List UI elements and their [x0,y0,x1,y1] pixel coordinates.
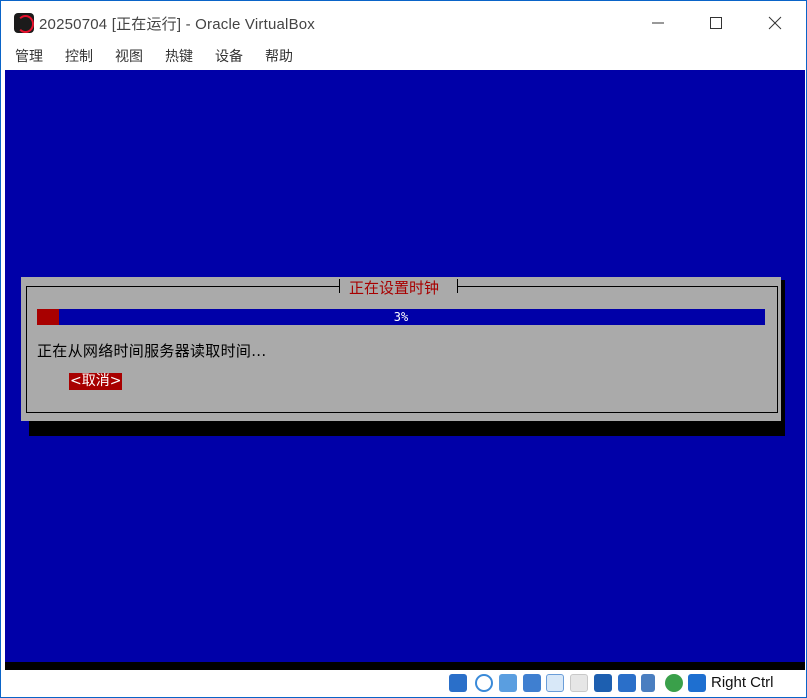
display-icon[interactable] [594,674,612,692]
status-bar: Right Ctrl [1,670,806,697]
menu-item-manage[interactable]: 管理 [15,46,43,66]
cpu-activity-icon[interactable] [665,674,683,692]
dialog-title: 正在设置时钟 [349,279,440,297]
maximize-button[interactable] [687,1,747,44]
audio-icon[interactable] [499,674,517,692]
dialog-title-box: 正在设置时钟 [339,277,458,297]
progress-bar: 3% [37,309,765,325]
minimize-icon [652,22,664,24]
recording-icon[interactable] [618,674,636,692]
host-key-label[interactable]: Right Ctrl [711,674,774,691]
menu-item-view[interactable]: 视图 [115,46,143,66]
clock-setup-dialog: 正在设置时钟 3% 正在从网络时间服务器读取时间... <取消> [21,277,781,421]
network-icon[interactable] [523,674,541,692]
virtualization-icon[interactable] [641,674,655,692]
close-button[interactable] [746,1,806,44]
minimize-button[interactable] [629,1,689,44]
vm-display-bottom-edge [5,662,805,670]
menu-item-devices[interactable]: 设备 [215,46,243,66]
window-title: 20250704 [正在运行] - Oracle VirtualBox [39,16,316,33]
menu-item-control[interactable]: 控制 [65,46,93,66]
maximize-icon [710,17,722,29]
title-bar[interactable]: 20250704 [正在运行] - Oracle VirtualBox [1,1,806,44]
virtualbox-app-icon[interactable] [14,13,34,33]
mouse-integration-icon[interactable] [688,674,706,692]
status-message: 正在从网络时间服务器读取时间... [37,342,267,360]
usb-icon[interactable] [546,674,564,692]
hard-disk-icon[interactable] [449,674,467,692]
cancel-button[interactable]: <取消> [69,373,123,390]
vm-display[interactable]: 正在设置时钟 3% 正在从网络时间服务器读取时间... <取消> [5,70,805,662]
menu-item-hotkeys[interactable]: 热键 [165,46,193,66]
menu-item-help[interactable]: 帮助 [265,46,293,66]
virtualbox-window: 20250704 [正在运行] - Oracle VirtualBox 管理 控… [0,0,807,698]
menu-bar: 管理 控制 视图 热键 设备 帮助 [1,44,806,69]
progress-percent: 3% [393,310,409,324]
close-icon [768,16,782,30]
shared-folders-icon[interactable] [570,674,588,692]
optical-drive-icon[interactable] [475,674,493,692]
